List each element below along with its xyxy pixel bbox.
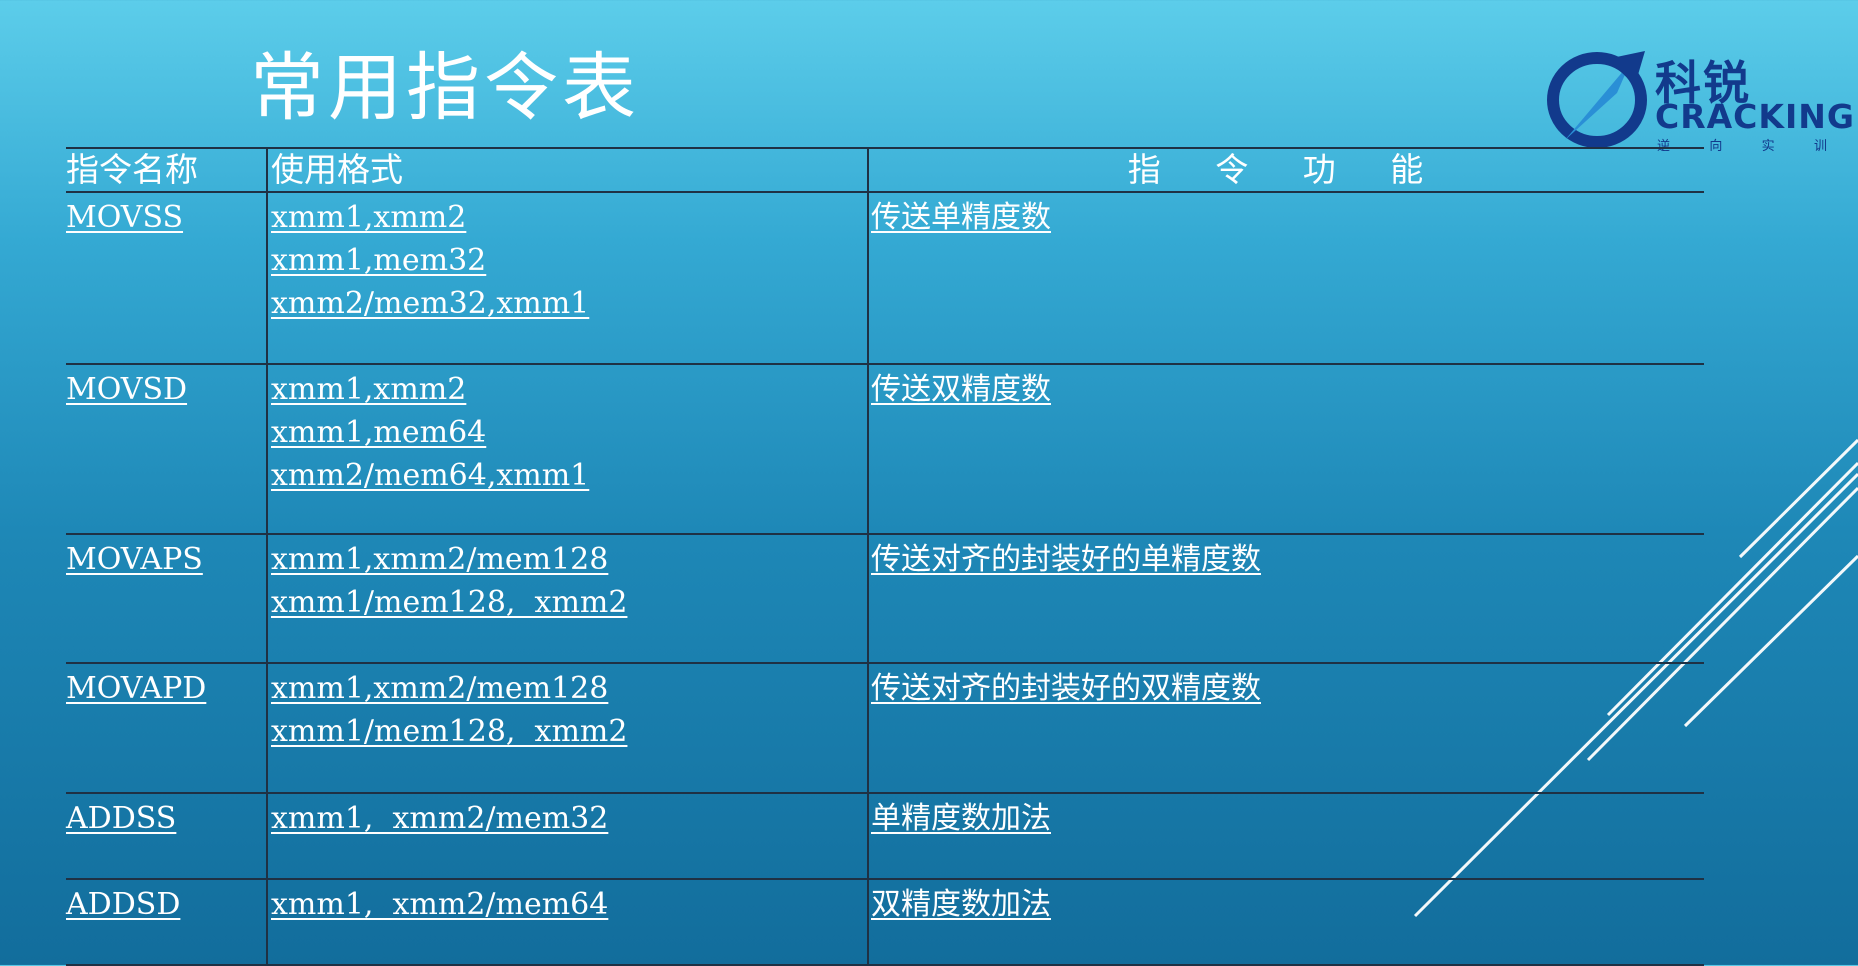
format-link[interactable]: xmm2/mem32,xmm1 bbox=[271, 282, 867, 325]
format-link[interactable]: xmm1/mem128, xmm2 bbox=[271, 710, 867, 753]
company-logo: 科锐 CRACKING 逆 向 实 训 bbox=[1545, 45, 1854, 154]
logo-tagline-char: 训 bbox=[1813, 139, 1827, 154]
format-link[interactable]: xmm1/mem128, xmm2 bbox=[271, 581, 867, 624]
function-link[interactable]: 传送对齐的封装好的双精度数 bbox=[871, 667, 1704, 710]
format-link[interactable]: xmm1,xmm2 bbox=[271, 368, 867, 411]
function-link[interactable]: 传送单精度数 bbox=[871, 196, 1704, 239]
table-row: MOVAPS xmm1,xmm2/mem128 xmm1/mem128, xmm… bbox=[66, 535, 1704, 664]
header-instruction-name: 指令名称 bbox=[66, 149, 268, 191]
instruction-table: 指令名称 使用格式 指 令 功 能 MOVSS xmm1,xmm2 xmm1,m… bbox=[66, 147, 1704, 966]
table-row: MOVSD xmm1,xmm2 xmm1,mem64 xmm2/mem64,xm… bbox=[66, 365, 1704, 535]
table-row: MOVSS xmm1,xmm2 xmm1,mem32 xmm2/mem32,xm… bbox=[66, 193, 1704, 365]
header-usage-format: 使用格式 bbox=[268, 149, 869, 191]
format-link[interactable]: xmm1,xmm2/mem128 bbox=[271, 667, 867, 710]
instruction-link[interactable]: MOVSS bbox=[66, 196, 266, 239]
function-link[interactable]: 双精度数加法 bbox=[871, 883, 1704, 926]
function-link[interactable]: 传送双精度数 bbox=[871, 368, 1704, 411]
format-link[interactable]: xmm2/mem64,xmm1 bbox=[271, 454, 867, 497]
instruction-link[interactable]: MOVAPS bbox=[66, 538, 266, 581]
instruction-link[interactable]: MOVAPD bbox=[66, 667, 266, 710]
format-link[interactable]: xmm1,xmm2/mem128 bbox=[271, 538, 867, 581]
logo-name-en: CRACKING bbox=[1655, 97, 1855, 136]
table-row: ADDSD xmm1, xmm2/mem64 双精度数加法 bbox=[66, 880, 1704, 966]
table-row: MOVAPD xmm1,xmm2/mem128 xmm1/mem128, xmm… bbox=[66, 664, 1704, 794]
table-header-row: 指令名称 使用格式 指 令 功 能 bbox=[66, 147, 1704, 193]
format-link[interactable]: xmm1, xmm2/mem32 bbox=[271, 797, 867, 840]
header-function: 指 令 功 能 bbox=[1127, 150, 1446, 189]
logo-tagline-char: 实 bbox=[1761, 139, 1775, 154]
format-link[interactable]: xmm1, xmm2/mem64 bbox=[271, 883, 867, 926]
instruction-link[interactable]: ADDSD bbox=[66, 883, 266, 926]
logo-tagline-char: 向 bbox=[1709, 139, 1723, 154]
format-link[interactable]: xmm1,xmm2 bbox=[271, 196, 867, 239]
instruction-link[interactable]: MOVSD bbox=[66, 368, 266, 411]
instruction-link[interactable]: ADDSS bbox=[66, 797, 266, 840]
page-title: 常用指令表 bbox=[250, 45, 640, 131]
format-link[interactable]: xmm1,mem32 bbox=[271, 239, 867, 282]
logo-swoosh-icon bbox=[1547, 51, 1647, 148]
format-link[interactable]: xmm1,mem64 bbox=[271, 411, 867, 454]
function-link[interactable]: 传送对齐的封装好的单精度数 bbox=[871, 538, 1704, 581]
table-row: ADDSS xmm1, xmm2/mem32 单精度数加法 bbox=[66, 794, 1704, 880]
function-link[interactable]: 单精度数加法 bbox=[871, 797, 1704, 840]
